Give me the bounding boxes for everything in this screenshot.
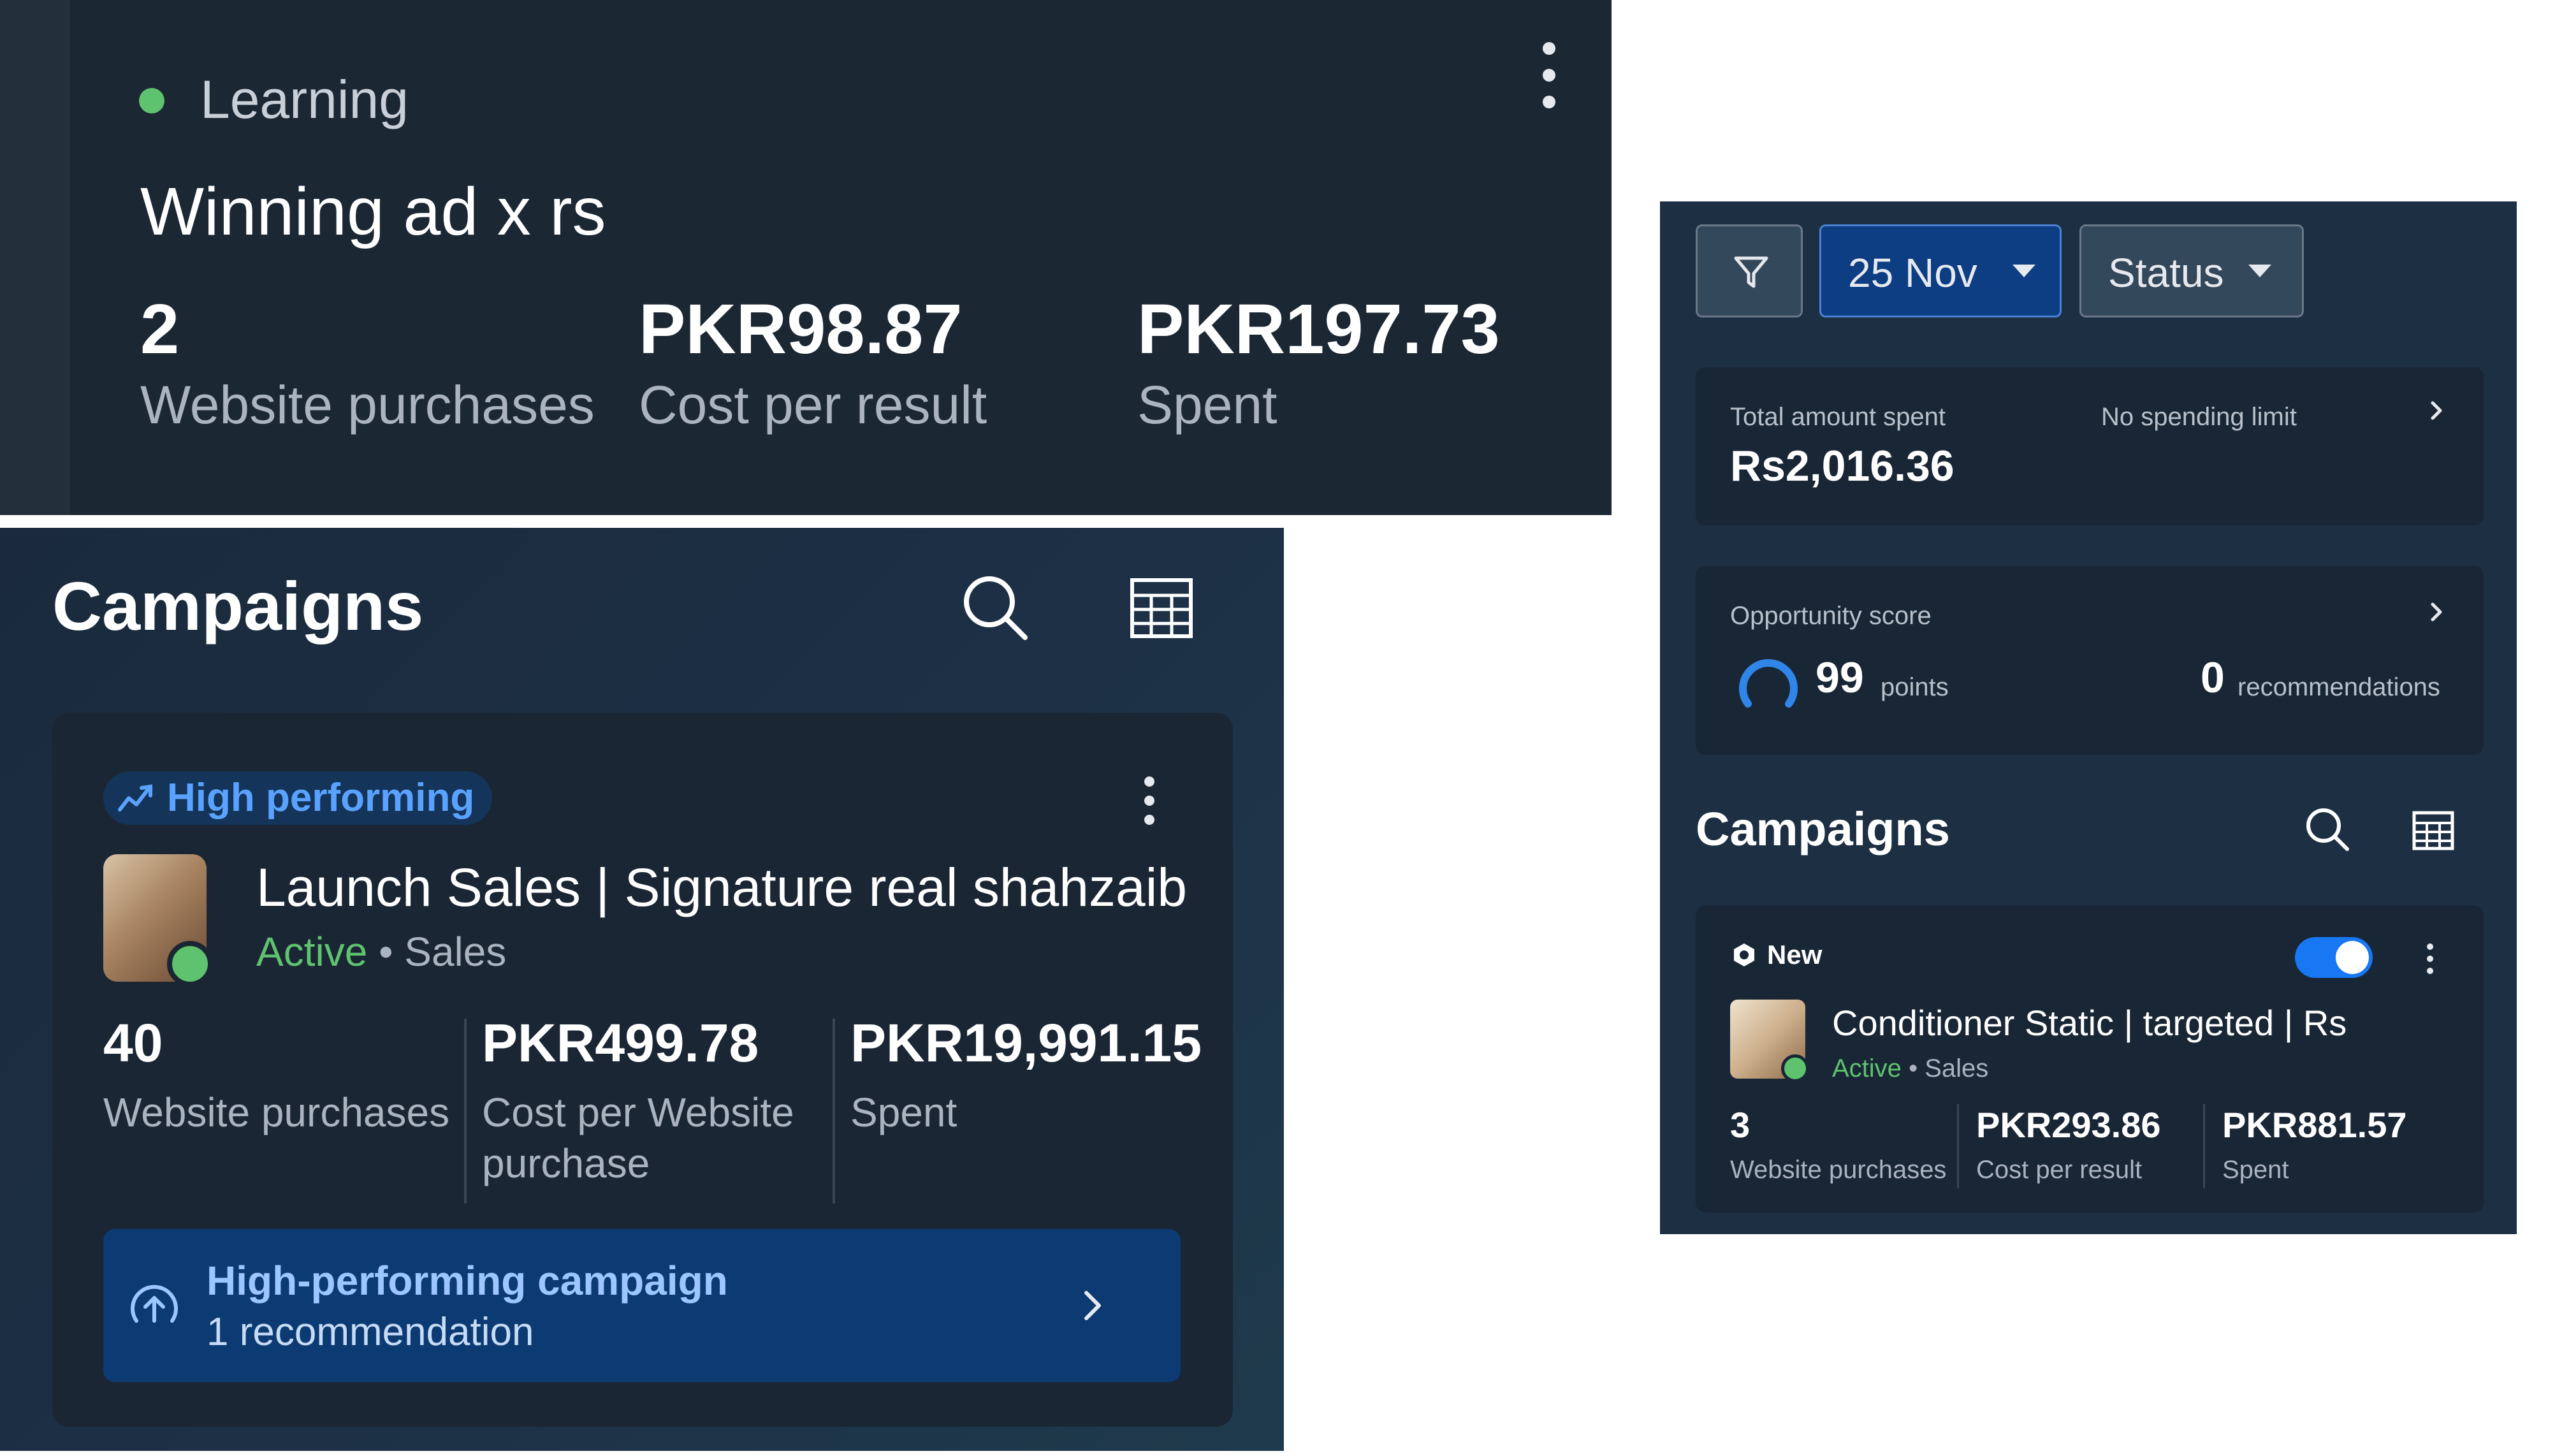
metric-label: Cost per result bbox=[1976, 1156, 2143, 1184]
opportunity-score-card[interactable]: Opportunity score 99 points 0 recommenda… bbox=[1696, 566, 2484, 755]
status-label: Status bbox=[2108, 250, 2224, 296]
divider bbox=[464, 1019, 467, 1204]
search-icon[interactable] bbox=[960, 572, 1030, 643]
ad-name: Winning ad x rs bbox=[140, 174, 606, 249]
spending-limit-label: No spending limit bbox=[2101, 403, 2297, 431]
total-spent-card[interactable]: Total amount spent No spending limit Rs2… bbox=[1696, 367, 2484, 525]
campaign-toggle[interactable] bbox=[2295, 937, 2373, 978]
metric-value: PKR293.86 bbox=[1976, 1105, 2161, 1145]
filter-icon bbox=[1734, 256, 1768, 288]
metric-label: Website purchases bbox=[1730, 1156, 1947, 1184]
metric-website-purchases: 2 Website purchases bbox=[140, 291, 595, 436]
opportunity-score-label: Opportunity score bbox=[1730, 602, 1932, 630]
metric-value: PKR98.87 bbox=[639, 290, 963, 368]
metric-value: PKR499.78 bbox=[482, 1013, 759, 1073]
metric-spent: PKR881.57 Spent bbox=[2222, 1104, 2407, 1184]
metric-label: Website purchases bbox=[140, 375, 595, 435]
metric-website-purchases: 40 Website purchases bbox=[103, 1012, 460, 1210]
search-icon[interactable] bbox=[2304, 806, 2351, 853]
metric-spent: PKR19,991.15 Spent bbox=[850, 1012, 1202, 1210]
ad-summary-card[interactable]: Learning Winning ad x rs 2 Website purch… bbox=[0, 0, 1612, 515]
campaign-card[interactable]: High performing Launch Sales | Signature… bbox=[52, 713, 1233, 1427]
recommendations-count: 0 bbox=[2201, 653, 2225, 702]
caret-down-icon bbox=[2248, 265, 2271, 277]
campaign-objective: Sales bbox=[1925, 1054, 1989, 1082]
metric-label: Spent bbox=[850, 1089, 957, 1135]
separator: • bbox=[1909, 1054, 1918, 1082]
overview-panel: 25 Nov Status Total amount spent No spen… bbox=[1660, 201, 2517, 1234]
metric-value: PKR881.57 bbox=[2222, 1105, 2407, 1145]
toggle-knob bbox=[2336, 941, 2369, 974]
ad-status: Learning bbox=[200, 69, 409, 129]
campaign-status: Active bbox=[1832, 1054, 1902, 1082]
campaign-meta: Active • Sales bbox=[256, 928, 506, 975]
recommendation-title: High-performing campaign bbox=[207, 1258, 728, 1304]
page-title: Campaigns bbox=[52, 567, 424, 644]
metric-cost-per-result: PKR293.86 Cost per result bbox=[1976, 1104, 2161, 1184]
chevron-right-icon bbox=[1084, 1291, 1101, 1320]
campaign-meta: Active • Sales bbox=[1832, 1054, 1988, 1083]
status-dropdown[interactable]: Status bbox=[2079, 224, 2304, 317]
recommendations-label: recommendations bbox=[2238, 673, 2440, 701]
panel-edge bbox=[0, 0, 70, 515]
status-dot bbox=[139, 88, 164, 113]
metric-label: Spent bbox=[2222, 1156, 2289, 1184]
metric-value: 2 bbox=[140, 290, 180, 368]
metric-value: PKR19,991.15 bbox=[850, 1013, 1202, 1073]
active-status-dot bbox=[1781, 1054, 1809, 1082]
metric-value: 40 bbox=[103, 1013, 163, 1073]
campaign-name[interactable]: Conditioner Static | targeted | Rs bbox=[1832, 1002, 2347, 1044]
campaign-name[interactable]: Launch Sales | Signature real shahzaib bbox=[256, 857, 1187, 919]
metric-cost-per-result: PKR98.87 Cost per result bbox=[639, 291, 987, 436]
recommendation-banner[interactable]: High-performing campaign 1 recommendatio… bbox=[103, 1229, 1181, 1382]
filter-button[interactable] bbox=[1696, 224, 1803, 317]
metric-label: Website purchases bbox=[103, 1089, 450, 1135]
divider bbox=[2203, 1104, 2205, 1188]
divider bbox=[1957, 1104, 1959, 1188]
metric-website-purchases: 3 Website purchases bbox=[1730, 1104, 1946, 1184]
section-title: Campaigns bbox=[1696, 803, 1950, 855]
metric-label: Cost per Website purchase bbox=[482, 1089, 794, 1186]
trend-icon bbox=[118, 784, 152, 812]
more-options-icon[interactable] bbox=[1140, 776, 1159, 827]
campaign-card[interactable]: New Conditioner Static | targeted | Rs A… bbox=[1696, 905, 2484, 1212]
campaign-metrics: 40 Website purchases PKR499.78 Cost per … bbox=[103, 1012, 1202, 1210]
badge-label: High performing bbox=[167, 776, 475, 820]
arrow-up-circle-icon bbox=[131, 1285, 178, 1323]
more-options-icon[interactable] bbox=[2424, 943, 2436, 975]
chevron-right-icon bbox=[2431, 602, 2442, 622]
table-view-icon[interactable] bbox=[2412, 811, 2454, 850]
total-spent-label: Total amount spent bbox=[1730, 403, 1946, 431]
campaigns-panel: Campaigns High performing Launch Sales |… bbox=[0, 528, 1284, 1451]
campaign-thumbnail bbox=[103, 854, 213, 987]
campaign-objective: Sales bbox=[404, 929, 507, 975]
chevron-right-icon bbox=[2431, 401, 2442, 420]
score-unit: points bbox=[1881, 673, 1949, 701]
metric-spent: PKR197.73 Spent bbox=[1137, 291, 1500, 436]
caret-down-icon bbox=[2013, 265, 2035, 277]
table-view-icon[interactable] bbox=[1130, 576, 1193, 640]
opportunity-score-value: 99 bbox=[1816, 653, 1864, 702]
badge-label: New bbox=[1767, 940, 1823, 970]
metric-cost-per-purchase: PKR499.78 Cost per Website purchase bbox=[482, 1012, 813, 1210]
more-options-icon[interactable] bbox=[1536, 42, 1562, 144]
metric-value: PKR197.73 bbox=[1137, 290, 1500, 368]
divider bbox=[833, 1019, 835, 1204]
recommendation-subtitle: 1 recommendation bbox=[207, 1310, 534, 1354]
date-range-label: 25 Nov bbox=[1848, 250, 1977, 296]
separator: • bbox=[379, 929, 393, 975]
active-status-dot bbox=[167, 941, 213, 987]
date-range-dropdown[interactable]: 25 Nov bbox=[1819, 224, 2062, 317]
new-icon bbox=[1734, 943, 1754, 966]
new-badge: New bbox=[1731, 938, 1822, 972]
metric-label: Cost per result bbox=[639, 375, 987, 435]
campaign-status: Active bbox=[256, 929, 368, 975]
metric-value: 3 bbox=[1730, 1105, 1751, 1145]
metric-label: Spent bbox=[1137, 375, 1278, 435]
score-ring-icon bbox=[1739, 659, 1798, 708]
high-performing-badge: High performing bbox=[103, 771, 493, 825]
total-spent-amount: Rs2,016.36 bbox=[1730, 442, 1954, 490]
campaign-thumbnail bbox=[1730, 1000, 1809, 1082]
